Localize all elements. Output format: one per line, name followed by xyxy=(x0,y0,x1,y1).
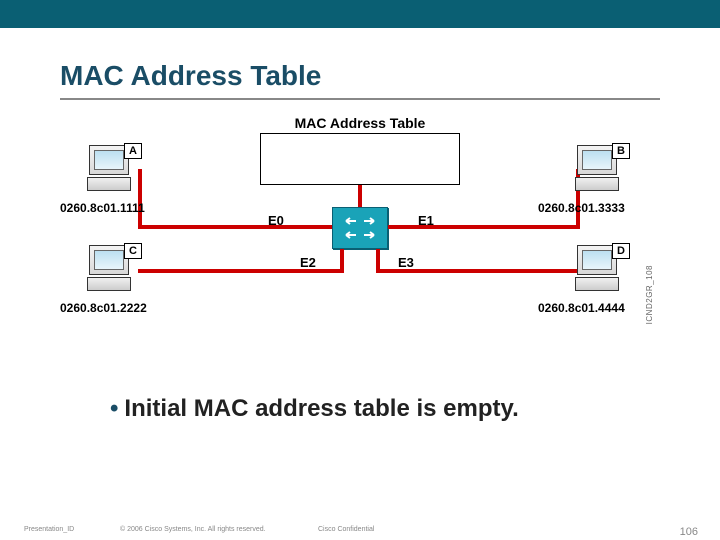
mac-table-label: MAC Address Table xyxy=(295,115,426,131)
host-d-tag: D xyxy=(612,243,630,259)
footer-presentation-id: Presentation_ID xyxy=(24,526,74,533)
host-c: C xyxy=(82,245,136,291)
link-e1-h xyxy=(388,225,580,229)
switch-icon xyxy=(332,207,388,249)
pc-base-icon xyxy=(87,177,131,191)
figure-code: ICND2GR_108 xyxy=(645,265,654,324)
monitor-icon xyxy=(89,145,129,175)
title-underline xyxy=(60,98,660,100)
bullet-text: Initial MAC address table is empty. xyxy=(124,395,518,422)
footer-copyright: © 2006 Cisco Systems, Inc. All rights re… xyxy=(120,526,266,533)
top-bar xyxy=(0,0,720,28)
slide-title: MAC Address Table xyxy=(60,60,321,92)
port-e3-label: E3 xyxy=(398,255,414,270)
slide: MAC Address Table MAC Address Table E0 E… xyxy=(0,0,720,540)
footer-confidential: Cisco Confidential xyxy=(318,526,374,533)
link-table-switch xyxy=(358,185,362,207)
host-c-mac: 0260.8c01.2222 xyxy=(60,301,147,315)
link-e3-v1 xyxy=(376,249,380,273)
bullet-line: •Initial MAC address table is empty. xyxy=(110,395,519,423)
host-b-mac: 0260.8c01.3333 xyxy=(538,201,625,215)
monitor-icon xyxy=(89,245,129,275)
pc-base-icon xyxy=(575,177,619,191)
host-b: B xyxy=(570,145,624,191)
bullet-dot-icon: • xyxy=(110,395,118,422)
link-e0-v xyxy=(138,169,142,229)
mac-table-box xyxy=(260,133,460,185)
network-diagram: MAC Address Table E0 E1 E2 E3 xyxy=(60,115,660,365)
monitor-icon xyxy=(577,245,617,275)
host-a: A xyxy=(82,145,136,191)
link-e3-h xyxy=(376,269,580,273)
page-number: 106 xyxy=(680,526,698,538)
host-a-mac: 0260.8c01.1111 xyxy=(60,201,145,215)
host-d-mac: 0260.8c01.4444 xyxy=(538,301,625,315)
host-c-tag: C xyxy=(124,243,142,259)
link-e0-h xyxy=(138,225,332,229)
host-b-tag: B xyxy=(612,143,630,159)
link-e2-h xyxy=(138,269,344,273)
pc-base-icon xyxy=(87,277,131,291)
host-a-tag: A xyxy=(124,143,142,159)
link-e2-v1 xyxy=(340,249,344,273)
pc-base-icon xyxy=(575,277,619,291)
link-e2-stub xyxy=(138,269,142,273)
host-d: D xyxy=(570,245,624,291)
port-e2-label: E2 xyxy=(300,255,316,270)
monitor-icon xyxy=(577,145,617,175)
